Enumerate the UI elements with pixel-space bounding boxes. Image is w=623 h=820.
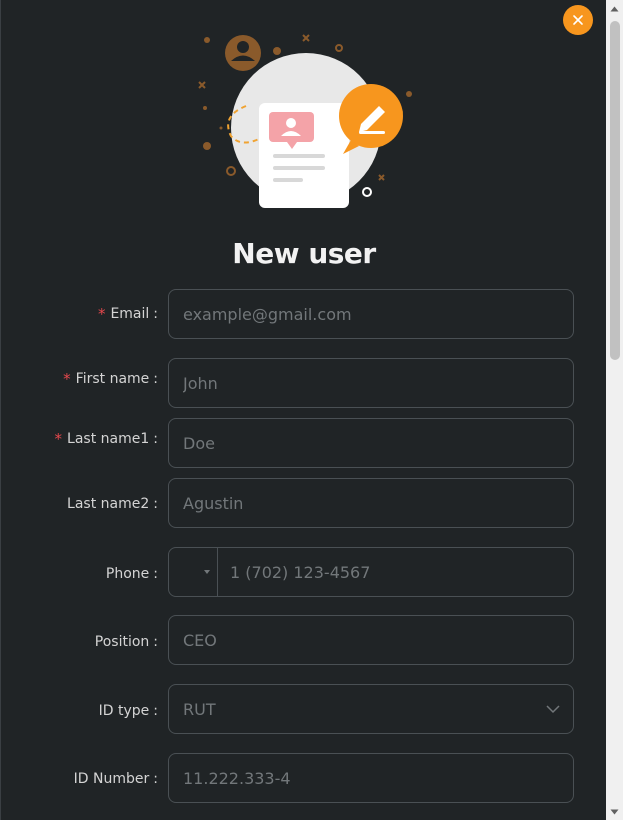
scroll-down-button[interactable] (606, 803, 623, 820)
vertical-scrollbar[interactable] (606, 0, 623, 820)
last-name1-field-wrapper (168, 418, 574, 468)
id-number-row: ID Number : (1, 753, 607, 803)
last-name2-field-wrapper (168, 478, 574, 528)
first-name-input[interactable] (169, 359, 573, 407)
user-avatar-icon (225, 35, 261, 71)
scroll-up-button[interactable] (606, 0, 623, 17)
close-icon (573, 15, 583, 25)
last-name1-label: * Last name1 : (54, 430, 158, 448)
page-title: New user (232, 237, 376, 270)
phone-label: Phone : (105, 566, 158, 582)
last-name1-input[interactable] (169, 419, 573, 467)
position-row: Position : (1, 615, 607, 665)
scroll-up-icon (610, 6, 619, 11)
close-button[interactable] (563, 5, 593, 35)
required-marker: * (97, 305, 106, 323)
scroll-thumb[interactable] (610, 21, 620, 360)
required-marker: * (63, 370, 71, 388)
email-label: * Email : (97, 305, 158, 323)
id-type-label: ID type : (98, 703, 158, 719)
first-name-row: * First name : (1, 358, 607, 408)
first-name-field-wrapper (168, 358, 574, 408)
required-marker: * (54, 430, 63, 448)
phone-input[interactable] (218, 548, 573, 596)
country-code-dropdown[interactable] (169, 548, 218, 596)
caret-down-icon (204, 570, 210, 574)
id-number-input[interactable] (169, 754, 573, 802)
id-number-label: ID Number : (73, 771, 158, 787)
id-number-field-wrapper (168, 753, 574, 803)
chevron-down-icon (546, 705, 560, 714)
email-field-wrapper (168, 289, 574, 339)
id-type-select[interactable]: RUT (168, 684, 574, 734)
first-name-label: * First name : (63, 370, 158, 388)
phone-field-wrapper (168, 547, 574, 597)
id-type-selected-value: RUT (183, 699, 216, 719)
position-field-wrapper (168, 615, 574, 665)
email-row: * Email : (1, 289, 607, 339)
email-input[interactable] (169, 290, 573, 338)
last-name2-label: Last name2 : (67, 496, 158, 512)
last-name2-row: Last name2 : (1, 478, 607, 528)
new-user-illustration (198, 34, 412, 208)
phone-row: Phone : (1, 547, 607, 597)
last-name1-row: * Last name1 : (1, 418, 607, 468)
id-type-row: ID type : RUT (1, 684, 607, 734)
last-name2-input[interactable] (169, 479, 573, 527)
scroll-down-icon (610, 809, 619, 814)
position-input[interactable] (169, 616, 573, 664)
new-user-dialog: New user * Email : * First name : * Last… (0, 0, 606, 820)
position-label: Position : (94, 633, 158, 650)
